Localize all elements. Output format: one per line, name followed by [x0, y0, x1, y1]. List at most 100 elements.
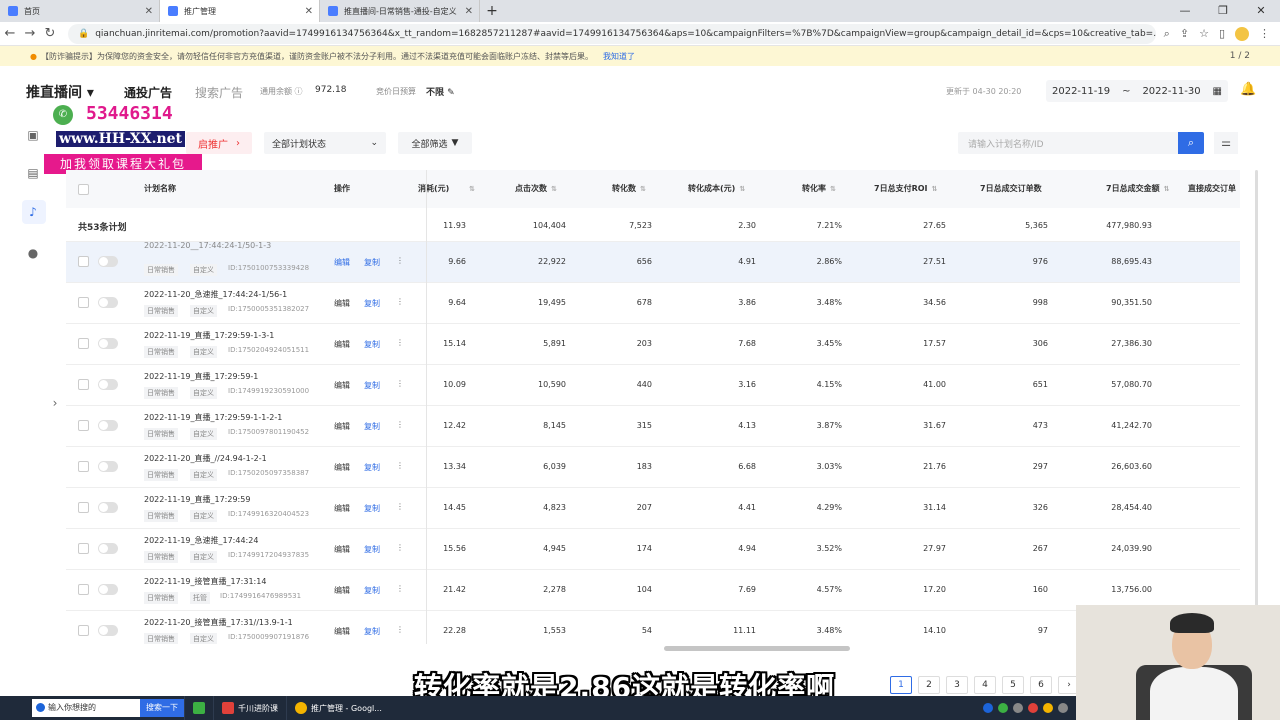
tray-icon[interactable]: [1013, 703, 1023, 713]
plan-status-select[interactable]: 全部计划状态 ⌄: [264, 132, 386, 154]
row-toggle[interactable]: [98, 625, 118, 636]
horizontal-scrollbar[interactable]: [664, 646, 850, 651]
edit-button[interactable]: 编辑: [334, 421, 350, 432]
th-conv[interactable]: 转化数 ⇅: [612, 170, 646, 208]
more-icon[interactable]: ⋮: [396, 584, 404, 593]
menu-icon[interactable]: ⋮: [1259, 27, 1270, 40]
page-6[interactable]: 6: [1030, 676, 1052, 694]
th-conv-rate[interactable]: 转化率 ⇅: [802, 170, 836, 208]
page-5[interactable]: 5: [1002, 676, 1024, 694]
page-3[interactable]: 3: [946, 676, 968, 694]
row-checkbox[interactable]: [78, 543, 89, 554]
copy-button[interactable]: 复制: [364, 544, 380, 555]
plan-name[interactable]: 2022-11-19_直播_17:29:59-1: [144, 371, 258, 382]
row-toggle[interactable]: [98, 543, 118, 554]
table-row[interactable]: 2022-11-19_直播_17:29:59-1-1-2-1 日常销售 自定义 ID:…: [66, 406, 1240, 447]
bell-icon[interactable]: 🔔: [1240, 82, 1256, 97]
table-row[interactable]: 2022-11-20__17:44:24-1/50-1-3 日常销售 自定义 ID:1…: [66, 241, 1240, 283]
edit-button[interactable]: 编辑: [334, 339, 350, 350]
browser-tab-promotion[interactable]: 推广管理 ✕: [160, 0, 320, 22]
browser-tab-detail[interactable]: 推直播间-日常销售-通投-自定义 ✕: [320, 0, 480, 22]
th-gmv7[interactable]: 7日总成交金额 ⇅: [1106, 170, 1169, 208]
back-icon[interactable]: ←: [0, 26, 20, 41]
column-settings-icon[interactable]: ⚌: [1214, 132, 1238, 154]
more-icon[interactable]: ⋮: [396, 420, 404, 429]
tab-search-ads[interactable]: 搜索广告: [195, 84, 243, 101]
row-checkbox[interactable]: [78, 502, 89, 513]
clipboard-icon[interactable]: ▣: [26, 128, 40, 142]
copy-button[interactable]: 复制: [364, 339, 380, 350]
plan-name[interactable]: 2022-11-19_急速推_17:44:24: [144, 535, 258, 546]
edit-button[interactable]: 编辑: [334, 462, 350, 473]
more-icon[interactable]: ⋮: [396, 461, 404, 470]
edit-button[interactable]: 编辑: [334, 585, 350, 596]
tray-icon[interactable]: [983, 703, 993, 713]
edit-button[interactable]: 编辑: [334, 380, 350, 391]
budget-value[interactable]: 不限 ✎: [426, 85, 455, 98]
row-toggle[interactable]: [98, 379, 118, 390]
tab-close-icon[interactable]: ✕: [465, 6, 473, 17]
date-range-picker[interactable]: 2022-11-19 ~ 2022-11-30 ▦: [1046, 80, 1228, 102]
maximize-icon[interactable]: ❐: [1204, 0, 1242, 22]
browser-tab-home[interactable]: 首页 ✕: [0, 0, 160, 22]
more-icon[interactable]: ⋮: [396, 338, 404, 347]
table-row[interactable]: 2022-11-20_急速推_17:44:24-1/56-1 日常销售 自定义 ID:…: [66, 283, 1240, 324]
taskbar-app-course[interactable]: 千川进阶课: [213, 696, 286, 720]
plan-name[interactable]: 2022-11-19_直播_17:29:59: [144, 494, 250, 505]
row-checkbox[interactable]: [78, 297, 89, 308]
tab-close-icon[interactable]: ✕: [145, 6, 153, 17]
th-roi7[interactable]: 7日总支付ROI ⇅: [874, 170, 937, 208]
copy-button[interactable]: 复制: [364, 626, 380, 637]
row-toggle[interactable]: [98, 256, 118, 267]
douyin-icon[interactable]: ♪: [26, 205, 40, 219]
row-toggle[interactable]: [98, 461, 118, 472]
plan-name[interactable]: 2022-11-20_接管直播_17:31//13.9-1-1: [144, 617, 293, 628]
plan-name[interactable]: 2022-11-19_直播_17:29:59-1-3-1: [144, 330, 274, 341]
tray-icon[interactable]: [1058, 703, 1068, 713]
page-1[interactable]: 1: [890, 676, 912, 694]
tray-icon[interactable]: [998, 703, 1008, 713]
row-toggle[interactable]: [98, 420, 118, 431]
row-toggle[interactable]: [98, 338, 118, 349]
row-checkbox[interactable]: [78, 379, 89, 390]
edit-button[interactable]: 编辑: [334, 298, 350, 309]
taskbar-app-green[interactable]: [184, 696, 213, 720]
row-checkbox[interactable]: [78, 461, 89, 472]
warning-dismiss-link[interactable]: 我知道了: [603, 51, 635, 62]
row-checkbox[interactable]: [78, 256, 89, 267]
folder-icon[interactable]: ▤: [26, 166, 40, 180]
more-icon[interactable]: ⋮: [396, 379, 404, 388]
warning-pager[interactable]: 1 / 2: [1230, 51, 1250, 61]
page-2[interactable]: 2: [918, 676, 940, 694]
plan-name[interactable]: 2022-11-20__17:44:24-1/50-1-3: [144, 241, 271, 250]
tray-icon[interactable]: [1028, 703, 1038, 713]
zoom-icon[interactable]: ⌕: [1164, 27, 1170, 41]
tab-general-ads[interactable]: 通投广告: [124, 84, 172, 101]
vertical-scrollbar[interactable]: [1255, 170, 1258, 640]
row-checkbox[interactable]: [78, 420, 89, 431]
copy-button[interactable]: 复制: [364, 585, 380, 596]
table-row[interactable]: 2022-11-20_接管直播_17:31//13.9-1-1 日常销售 自定义 ID…: [66, 611, 1240, 644]
row-toggle[interactable]: [98, 502, 118, 513]
page-title[interactable]: 推直播间 ▾: [26, 82, 94, 102]
reload-icon[interactable]: ↻: [40, 26, 60, 41]
more-icon[interactable]: ⋮: [396, 256, 404, 265]
search-input[interactable]: 请输入计划名称/ID: [958, 132, 1178, 154]
table-row[interactable]: 2022-11-19_直播_17:29:59-1 日常销售 自定义 ID:174991…: [66, 365, 1240, 406]
new-tab-button[interactable]: +: [480, 0, 504, 22]
th-cost-sort[interactable]: ⇅: [465, 170, 475, 208]
minimize-icon[interactable]: —: [1166, 0, 1204, 22]
th-orders7[interactable]: 7日总成交订单数: [980, 170, 1042, 208]
table-row[interactable]: 2022-11-19_直播_17:29:59 日常销售 自定义 ID:17499163…: [66, 488, 1240, 529]
tray-icon[interactable]: [1043, 703, 1053, 713]
more-icon[interactable]: ⋮: [396, 502, 404, 511]
row-checkbox[interactable]: [78, 625, 89, 636]
select-all-checkbox[interactable]: [78, 184, 89, 195]
more-icon[interactable]: ⋮: [396, 297, 404, 306]
row-toggle[interactable]: [98, 584, 118, 595]
th-conv-cost[interactable]: 转化成本(元) ⇅: [688, 170, 745, 208]
profile-avatar[interactable]: [1235, 26, 1249, 41]
row-toggle[interactable]: [98, 297, 118, 308]
close-window-icon[interactable]: ✕: [1242, 0, 1280, 22]
edit-button[interactable]: 编辑: [334, 503, 350, 514]
